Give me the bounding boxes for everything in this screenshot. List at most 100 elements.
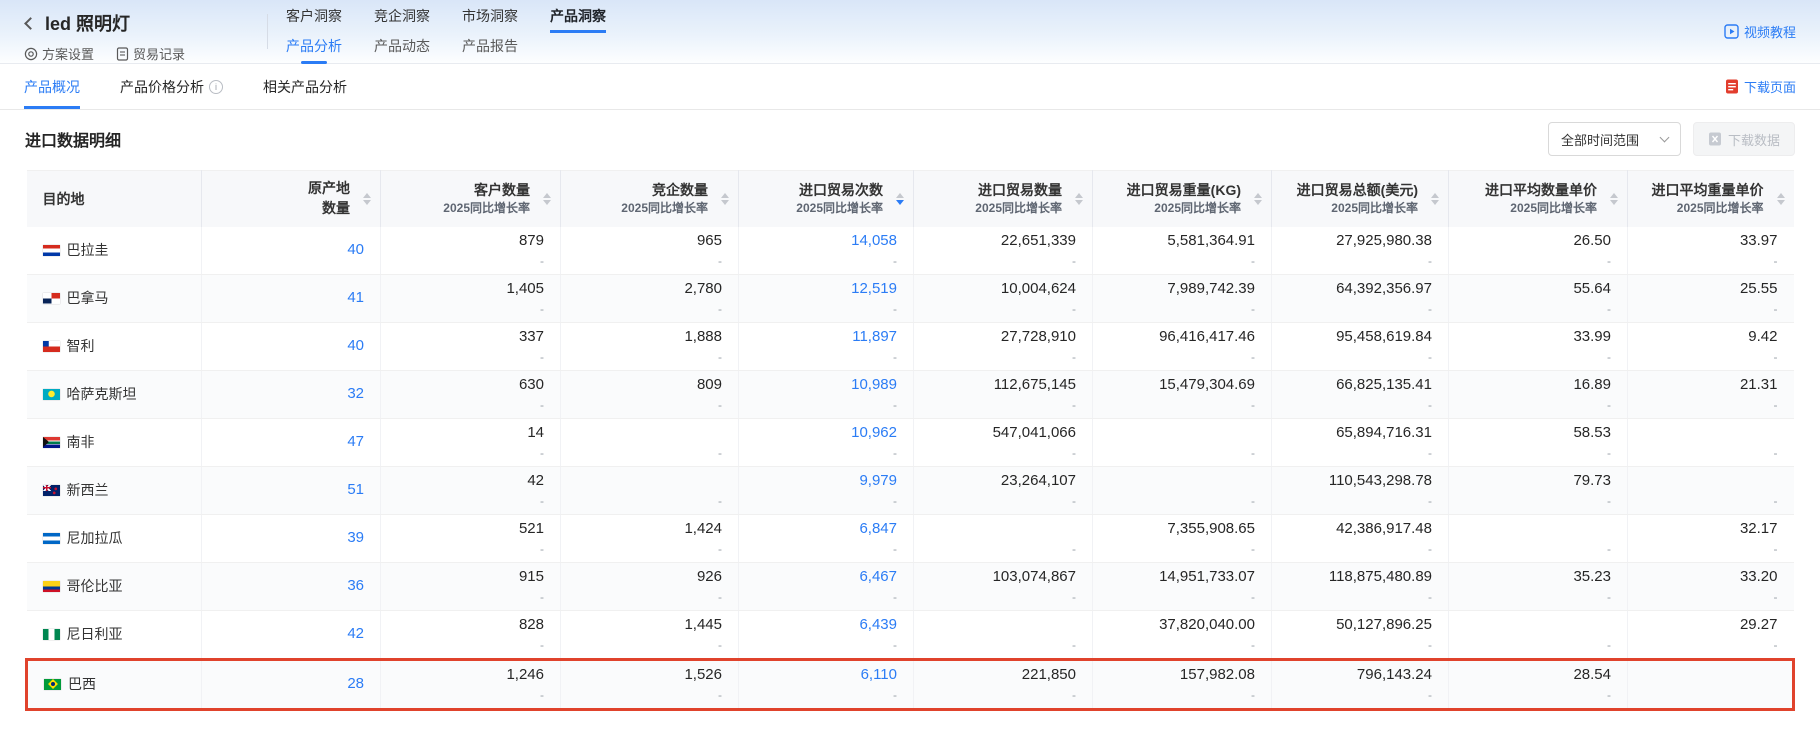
origin-count-link[interactable]: 36 [347, 577, 364, 594]
video-tutorial-link[interactable]: 视频教程 [1724, 22, 1796, 41]
cell-value: 5,581,364.91 [1109, 232, 1255, 250]
data-cell: 6,439 - [739, 610, 914, 659]
growth-rate-value: - [1109, 350, 1255, 365]
sort-control[interactable] [543, 193, 551, 205]
column-header: 原产地数量 [202, 171, 381, 227]
origin-count-link[interactable]: 32 [347, 385, 364, 402]
growth-rate-value: - [930, 638, 1076, 653]
table-row: 尼加拉瓜39521-1,424-6,847--7,355,908.65-42,3… [27, 514, 1794, 562]
cell-value: 42,386,917.48 [1288, 520, 1432, 538]
cell-value: 21.31 [1644, 376, 1778, 394]
trade-count-link[interactable]: 14,058 [755, 232, 897, 250]
trade-count-link[interactable]: 10,989 [755, 376, 897, 394]
data-cell: - [1449, 610, 1628, 659]
column-header: 进口贸易总额(美元)2025同比增长率 [1272, 171, 1449, 227]
sub-nav-tab[interactable]: 产品动态 [374, 34, 430, 64]
data-cell: 118,875,480.89- [1272, 562, 1449, 610]
primary-nav-tab[interactable]: 产品洞察 [550, 6, 606, 33]
sort-control[interactable] [1610, 193, 1618, 205]
origin-count-link[interactable]: 28 [347, 675, 364, 692]
growth-rate-value: - [755, 494, 897, 509]
table-row: 哈萨克斯坦32630-809-10,989-112,675,145-15,479… [27, 370, 1794, 418]
primary-nav-tab[interactable]: 客户洞察 [286, 6, 342, 33]
primary-nav-tab[interactable]: 竞企洞察 [374, 6, 430, 33]
trade-count-link[interactable]: 11,897 [755, 328, 897, 346]
cell-value: 58.53 [1465, 424, 1611, 442]
origin-count-link[interactable]: 40 [347, 241, 364, 258]
column-header: 竞企数量2025同比增长率 [561, 171, 739, 227]
data-cell: 2,780- [561, 274, 739, 322]
table-row: 巴拉圭40879-965-14,058-22,651,339-5,581,364… [27, 227, 1794, 275]
data-cell: 1,246- [381, 659, 561, 709]
trade-records-icon [116, 47, 129, 61]
sub-nav-tab[interactable]: 产品分析 [286, 34, 342, 64]
growth-rate-value: - [577, 350, 722, 365]
growth-rate-value: - [1644, 446, 1778, 461]
column-header-sublabel: 2025同比增长率 [1449, 201, 1597, 216]
secondary-tab[interactable]: 相关产品分析 [263, 64, 347, 109]
sort-asc-icon [363, 193, 371, 198]
origin-count-link[interactable]: 42 [347, 625, 364, 642]
trade-count-link[interactable]: 6,110 [755, 666, 897, 684]
growth-rate-value: - [755, 542, 897, 557]
data-cell: 23,264,107- [914, 466, 1093, 514]
growth-rate-value: - [755, 638, 897, 653]
growth-rate-value: - [930, 446, 1076, 461]
sort-control[interactable] [1075, 193, 1083, 205]
data-cell: 15,479,304.69- [1093, 370, 1272, 418]
secondary-tab[interactable]: 产品价格分析i [120, 64, 223, 109]
cell-value: 96,416,417.46 [1109, 328, 1255, 346]
trade-count-link[interactable]: 6,467 [755, 568, 897, 586]
origin-count-link[interactable]: 39 [347, 529, 364, 546]
destination-cell: 新西兰 [27, 466, 202, 514]
origin-count-cell: 39 [202, 514, 381, 562]
primary-nav-tab[interactable]: 市场洞察 [462, 6, 518, 33]
country-name: 尼加拉瓜 [67, 528, 123, 548]
growth-rate-value: - [1644, 542, 1778, 557]
origin-count-link[interactable]: 41 [347, 289, 364, 306]
growth-rate-value: - [1465, 350, 1611, 365]
sort-control[interactable] [1254, 193, 1262, 205]
trade-count-link[interactable]: 6,847 [755, 520, 897, 538]
download-page-link[interactable]: 下载页面 [1725, 64, 1796, 109]
trade-count-link[interactable]: 9,979 [755, 472, 897, 490]
cell-value [1644, 666, 1776, 684]
growth-rate-value: - [577, 446, 722, 461]
data-cell: 37,820,040.00- [1093, 610, 1272, 659]
data-cell: - [561, 466, 739, 514]
country-flag-icon-nicaragua [43, 533, 60, 544]
sort-control[interactable] [721, 193, 729, 205]
cell-value: 29.27 [1644, 616, 1778, 634]
scheme-settings-button[interactable]: 方案设置 [24, 44, 94, 63]
sort-control[interactable] [896, 193, 904, 205]
growth-rate-value: - [397, 446, 544, 461]
data-cell: 12,519- [739, 274, 914, 322]
data-cell: - [914, 514, 1093, 562]
sort-asc-icon [1075, 193, 1083, 198]
time-range-select[interactable]: 全部时间范围 [1548, 122, 1681, 156]
trade-count-link[interactable]: 10,962 [755, 424, 897, 442]
table-header-row: 目的地原产地数量客户数量2025同比增长率竞企数量2025同比增长率进口贸易次数… [27, 171, 1794, 227]
data-cell: 7,989,742.39- [1093, 274, 1272, 322]
sort-control[interactable] [1431, 193, 1439, 205]
cell-value: 112,675,145 [930, 376, 1076, 394]
cell-value: 926 [577, 568, 722, 586]
cell-value: 25.55 [1644, 280, 1778, 298]
origin-count-link[interactable]: 51 [347, 481, 364, 498]
origin-count-link[interactable]: 40 [347, 337, 364, 354]
origin-count-link[interactable]: 47 [347, 433, 364, 450]
trade-records-button[interactable]: 贸易记录 [116, 44, 185, 63]
secondary-tab[interactable]: 产品概况 [24, 64, 80, 109]
trade-count-link[interactable]: 6,439 [755, 616, 897, 634]
sub-nav: 产品分析 产品动态 产品报告 [286, 35, 638, 63]
sort-control[interactable] [1777, 193, 1785, 205]
back-icon[interactable] [24, 17, 37, 30]
destination-inner: 新西兰 [43, 480, 186, 500]
trade-count-link[interactable]: 12,519 [755, 280, 897, 298]
sub-nav-tab[interactable]: 产品报告 [462, 34, 518, 64]
cell-value: 65,894,716.31 [1288, 424, 1432, 442]
download-data-button[interactable]: 下载数据 [1693, 122, 1795, 156]
growth-rate-value: - [1288, 350, 1432, 365]
data-cell [1628, 659, 1794, 709]
sort-control[interactable] [363, 193, 371, 205]
